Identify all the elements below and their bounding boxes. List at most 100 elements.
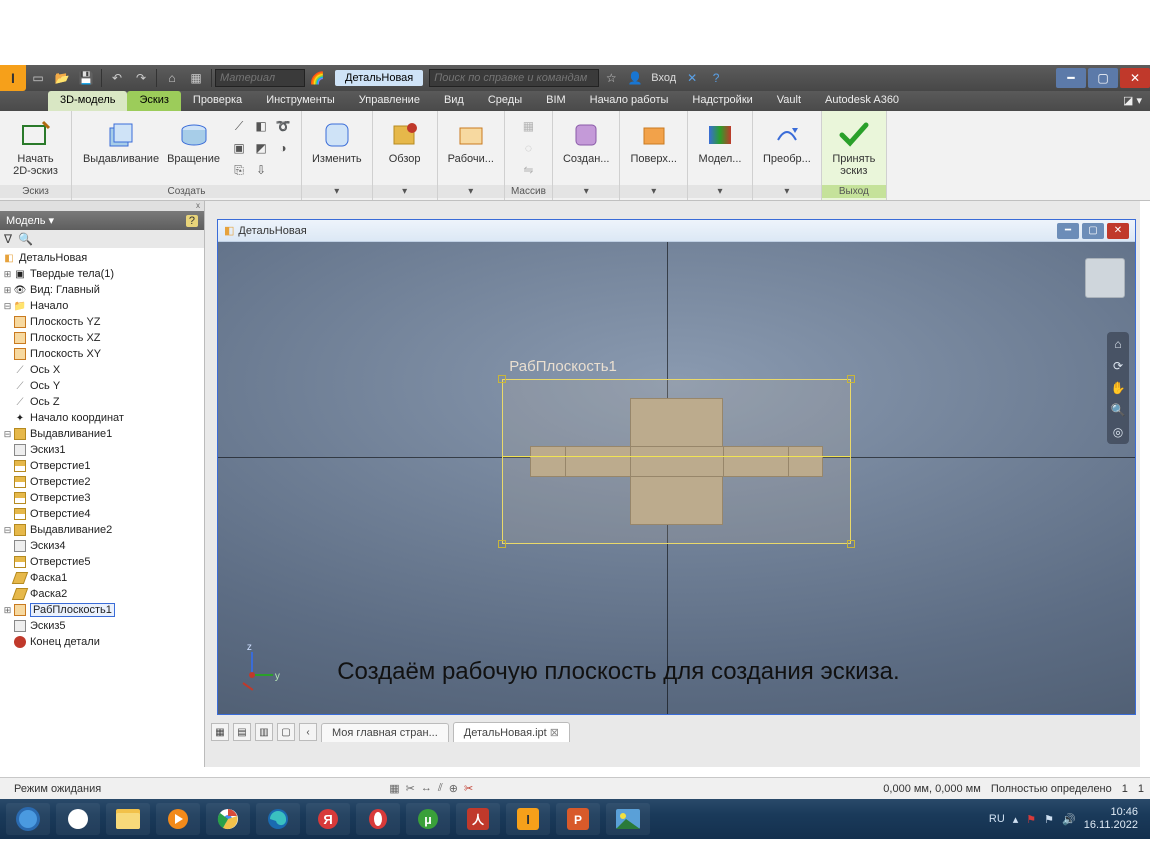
start-2d-sketch-button[interactable]: Начать 2D-эскиз — [9, 115, 62, 179]
import-icon[interactable]: ⇩ — [251, 160, 271, 180]
status-slice-icon[interactable]: ✂ — [464, 782, 473, 795]
star-icon[interactable]: ☆ — [600, 67, 622, 89]
status-dim-icon[interactable]: ↔ — [421, 782, 432, 795]
tabview-h-icon[interactable]: ▤ — [233, 723, 251, 741]
tab-current-doc[interactable]: ДетальНовая.ipt ⊠ — [453, 722, 570, 742]
doc-close-button[interactable]: ✕ — [1107, 223, 1129, 239]
help-icon[interactable]: ? — [705, 67, 727, 89]
undo-icon[interactable]: ↶ — [106, 67, 128, 89]
wp-handle-tr[interactable] — [847, 375, 855, 383]
taskbar-powerpoint-icon[interactable]: P — [556, 803, 600, 835]
tab-sketch[interactable]: Эскиз — [127, 91, 180, 111]
ribbon-options-icon[interactable]: ◪ ▾ — [1115, 91, 1150, 111]
taskbar-utorrent-icon[interactable]: µ — [406, 803, 450, 835]
close-button[interactable]: ✕ — [1120, 68, 1150, 88]
tab-get-started[interactable]: Начало работы — [578, 91, 681, 111]
status-snap-icon[interactable]: ✂ — [406, 782, 415, 795]
decal-icon[interactable]: ◑ — [273, 138, 293, 158]
nav-zoom-icon[interactable]: 🔍 — [1110, 402, 1126, 418]
work-plane-outline[interactable]: РабПлоскость1 — [502, 379, 850, 544]
wp-handle-tl[interactable] — [498, 375, 506, 383]
tabview-single-icon[interactable]: ▢ — [277, 723, 295, 741]
nav-lookat-icon[interactable]: ◎ — [1110, 424, 1126, 440]
new-icon[interactable]: ▭ — [27, 67, 49, 89]
convert-button[interactable]: Преобр... — [759, 115, 815, 167]
tray-flag-icon[interactable]: ⚑ — [1026, 813, 1036, 826]
app-logo[interactable]: I — [0, 65, 26, 91]
simulation-button[interactable]: Модел... — [694, 115, 746, 167]
sign-in-label[interactable]: Вход — [651, 72, 676, 84]
tab-addins[interactable]: Надстройки — [680, 91, 764, 111]
tray-volume-icon[interactable]: 🔊 — [1062, 813, 1076, 826]
taskbar-media-icon[interactable] — [156, 803, 200, 835]
emboss-icon[interactable]: ▣ — [229, 138, 249, 158]
taskbar-opera-icon[interactable] — [356, 803, 400, 835]
tab-a360[interactable]: Autodesk A360 — [813, 91, 911, 111]
maximize-button[interactable]: ▢ — [1088, 68, 1118, 88]
tabview-v-icon[interactable]: ▥ — [255, 723, 273, 741]
sweep-icon[interactable]: ⟋ — [229, 116, 249, 136]
save-icon[interactable]: 💾 — [75, 67, 97, 89]
finish-sketch-button[interactable]: Принять эскиз — [828, 115, 880, 179]
tab-environments[interactable]: Среды — [476, 91, 534, 111]
tab-vault[interactable]: Vault — [765, 91, 813, 111]
nav-pan-icon[interactable]: ✋ — [1110, 380, 1126, 396]
wp-handle-br[interactable] — [847, 540, 855, 548]
browser-tree[interactable]: ◧ДетальНовая ⊞▣Твердые тела(1) ⊞👁Вид: Гл… — [0, 248, 204, 767]
browser-help-icon[interactable]: ? — [186, 215, 198, 227]
view-cube[interactable] — [1085, 258, 1125, 298]
close-tab-icon[interactable]: ⊠ — [550, 727, 559, 739]
loft-icon[interactable]: ◧ — [251, 116, 271, 136]
rib-icon[interactable]: ◩ — [251, 138, 271, 158]
doc-minimize-button[interactable]: ━ — [1057, 223, 1079, 239]
user-icon[interactable]: 👤 — [624, 67, 646, 89]
help-search-input[interactable] — [429, 69, 599, 87]
tab-tools[interactable]: Инструменты — [254, 91, 347, 111]
tray-up-icon[interactable]: ▴ — [1013, 813, 1019, 826]
freeform-button[interactable]: Создан... — [559, 115, 614, 167]
panel-close-icon[interactable]: x — [0, 201, 204, 211]
start-button[interactable] — [6, 803, 50, 835]
active-document-tab[interactable]: ДетальНовая — [335, 70, 423, 86]
taskbar-pdf-icon[interactable]: 人 — [456, 803, 500, 835]
taskbar-image-icon[interactable] — [606, 803, 650, 835]
minimize-button[interactable]: ━ — [1056, 68, 1086, 88]
open-icon[interactable]: 📂 — [51, 67, 73, 89]
exchange-icon[interactable]: ✕ — [681, 67, 703, 89]
tab-3d-model[interactable]: 3D-модель — [48, 91, 127, 111]
nav-home-icon[interactable]: ⌂ — [1110, 336, 1126, 352]
viewport-canvas[interactable]: РабПлоскость1 Создаём рабочую плоскость … — [218, 242, 1135, 714]
tab-bim[interactable]: BIM — [534, 91, 578, 111]
redo-icon[interactable]: ↷ — [130, 67, 152, 89]
tabview-grid-icon[interactable]: ▦ — [211, 723, 229, 741]
status-constraint-icon[interactable]: ⫽ — [438, 782, 443, 795]
taskbar-chrome-icon[interactable] — [206, 803, 250, 835]
find-icon[interactable]: 🔍 — [18, 232, 33, 246]
status-point-icon[interactable]: ⊕ — [449, 782, 458, 795]
appearance-icon[interactable]: 🌈 — [306, 67, 328, 89]
tab-manage[interactable]: Управление — [347, 91, 432, 111]
tray-clock[interactable]: 10:46 16.11.2022 — [1084, 806, 1144, 831]
explore-button[interactable]: Обзор — [379, 115, 431, 167]
tree-node-workplane1[interactable]: ⊞РабПлоскость1 — [0, 602, 204, 618]
wp-handle-bl[interactable] — [498, 540, 506, 548]
derive-icon[interactable]: ⎘ — [229, 160, 249, 180]
taskbar-edge-icon[interactable] — [256, 803, 300, 835]
tab-home-page[interactable]: Моя главная стран... — [321, 723, 449, 742]
doc-maximize-button[interactable]: ▢ — [1082, 223, 1104, 239]
tab-inspect[interactable]: Проверка — [181, 91, 254, 111]
modify-button[interactable]: Изменить — [308, 115, 366, 167]
taskbar-inventor-icon[interactable]: I — [506, 803, 550, 835]
tab-view[interactable]: Вид — [432, 91, 476, 111]
filter-icon[interactable]: ∇ — [4, 232, 12, 246]
surface-button[interactable]: Поверх... — [626, 115, 681, 167]
taskbar-ya-icon[interactable]: Я — [306, 803, 350, 835]
revolve-button[interactable]: Вращение — [163, 115, 224, 181]
coil-icon[interactable]: ➰ — [273, 116, 293, 136]
taskbar-explorer-icon[interactable] — [106, 803, 150, 835]
nav-orbit-icon[interactable]: ⟳ — [1110, 358, 1126, 374]
tray-network-icon[interactable]: ⚑ — [1044, 813, 1054, 826]
status-grid-icon[interactable]: ▦ — [389, 782, 399, 795]
material-input[interactable] — [215, 69, 305, 87]
tabview-prev-icon[interactable]: ‹ — [299, 723, 317, 741]
